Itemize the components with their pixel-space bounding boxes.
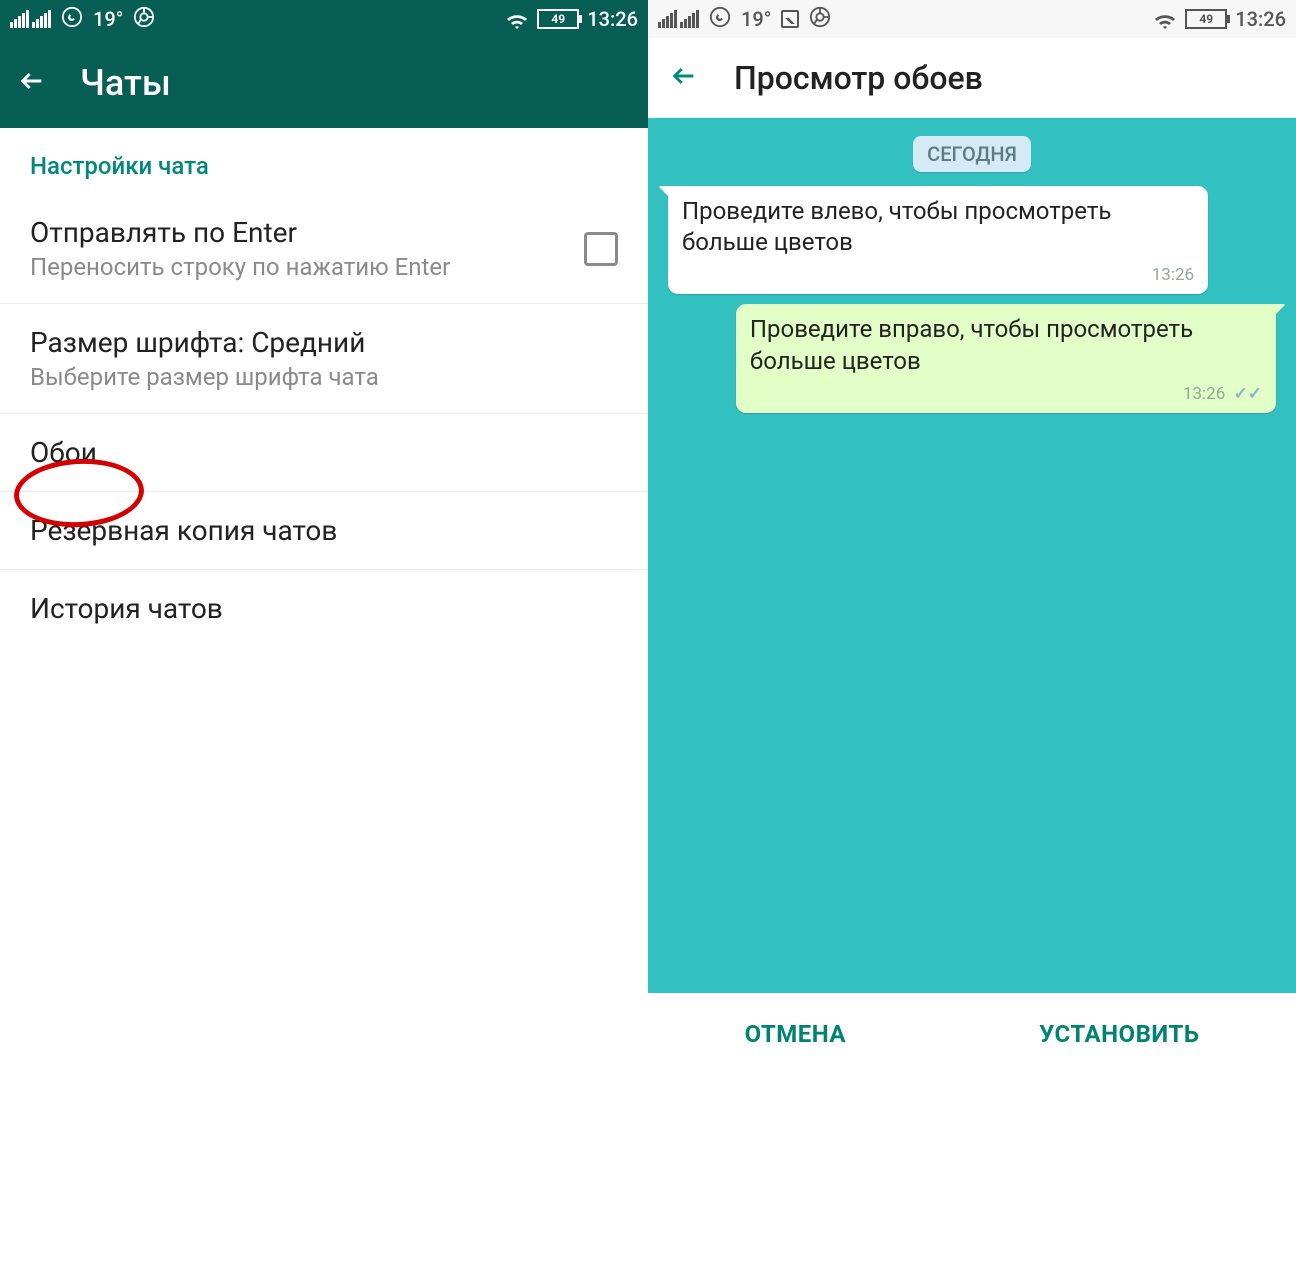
- whatsapp-icon: [61, 6, 83, 33]
- chrome-icon: [133, 6, 155, 33]
- date-chip: СЕГОДНЯ: [913, 136, 1031, 172]
- battery-icon: 49: [1185, 9, 1227, 29]
- row-send-on-enter[interactable]: Отправлять по Enter Переносить строку по…: [0, 194, 648, 304]
- row-history[interactable]: История чатов: [0, 570, 648, 647]
- wallpaper-preview[interactable]: СЕГОДНЯ Проведите влево, чтобы просмотре…: [648, 118, 1296, 993]
- page-title: Просмотр обоев: [734, 59, 983, 97]
- back-button[interactable]: [18, 66, 46, 100]
- message-incoming: Проведите влево, чтобы просмотреть больш…: [668, 186, 1208, 294]
- message-time: 13:26: [1152, 265, 1194, 285]
- back-button[interactable]: [670, 61, 698, 95]
- screen-chats-settings: 19° 49 13:26 Чаты Настройки чата Отправл…: [0, 0, 648, 1075]
- battery-icon: 49: [537, 9, 579, 29]
- signal-icon: [10, 10, 51, 28]
- toolbar: Чаты: [0, 38, 648, 128]
- row-wallpaper[interactable]: Обои: [0, 414, 648, 492]
- cancel-button[interactable]: ОТМЕНА: [745, 1020, 846, 1048]
- wifi-icon: [1153, 10, 1177, 28]
- row-title: Обои: [30, 436, 618, 469]
- row-title: Отправлять по Enter: [30, 216, 564, 249]
- row-font-size[interactable]: Размер шрифта: Средний Выберите размер ш…: [0, 304, 648, 414]
- row-subtitle: Выберите размер шрифта чата: [30, 363, 618, 391]
- row-subtitle: Переносить строку по нажатию Enter: [30, 253, 564, 281]
- signal-icon: [658, 10, 699, 28]
- section-header: Настройки чата: [0, 128, 648, 194]
- message-time: 13:26: [1183, 384, 1225, 404]
- read-ticks-icon: ✓✓: [1234, 383, 1263, 405]
- message-text: Проведите вправо, чтобы просмотреть боль…: [750, 315, 1193, 374]
- row-backup[interactable]: Резервная копия чатов: [0, 492, 648, 570]
- clock: 13:26: [587, 7, 638, 31]
- checkbox[interactable]: [584, 232, 618, 266]
- whatsapp-icon: [709, 6, 731, 33]
- row-title: История чатов: [30, 592, 618, 625]
- page-title: Чаты: [80, 62, 171, 104]
- message-outgoing: Проведите вправо, чтобы просмотреть боль…: [736, 304, 1276, 412]
- footer-actions: ОТМЕНА УСТАНОВИТЬ: [648, 993, 1296, 1075]
- message-text: Проведите влево, чтобы просмотреть больш…: [682, 197, 1111, 256]
- temperature: 19°: [93, 7, 123, 31]
- wifi-icon: [505, 10, 529, 28]
- status-bar: 19° 49 13:26: [648, 0, 1296, 38]
- image-icon: [781, 10, 799, 28]
- screen-wallpaper-preview: 19° 49 13:26 Просмотр обоев СЕГОДНЯ Пров…: [648, 0, 1296, 1075]
- toolbar: Просмотр обоев: [648, 38, 1296, 118]
- status-bar: 19° 49 13:26: [0, 0, 648, 38]
- row-title: Размер шрифта: Средний: [30, 326, 618, 359]
- temperature: 19°: [741, 7, 771, 31]
- set-button[interactable]: УСТАНОВИТЬ: [1039, 1020, 1199, 1048]
- chrome-icon: [809, 6, 831, 33]
- settings-list: Настройки чата Отправлять по Enter Перен…: [0, 128, 648, 1075]
- row-title: Резервная копия чатов: [30, 514, 618, 547]
- clock: 13:26: [1235, 7, 1286, 31]
